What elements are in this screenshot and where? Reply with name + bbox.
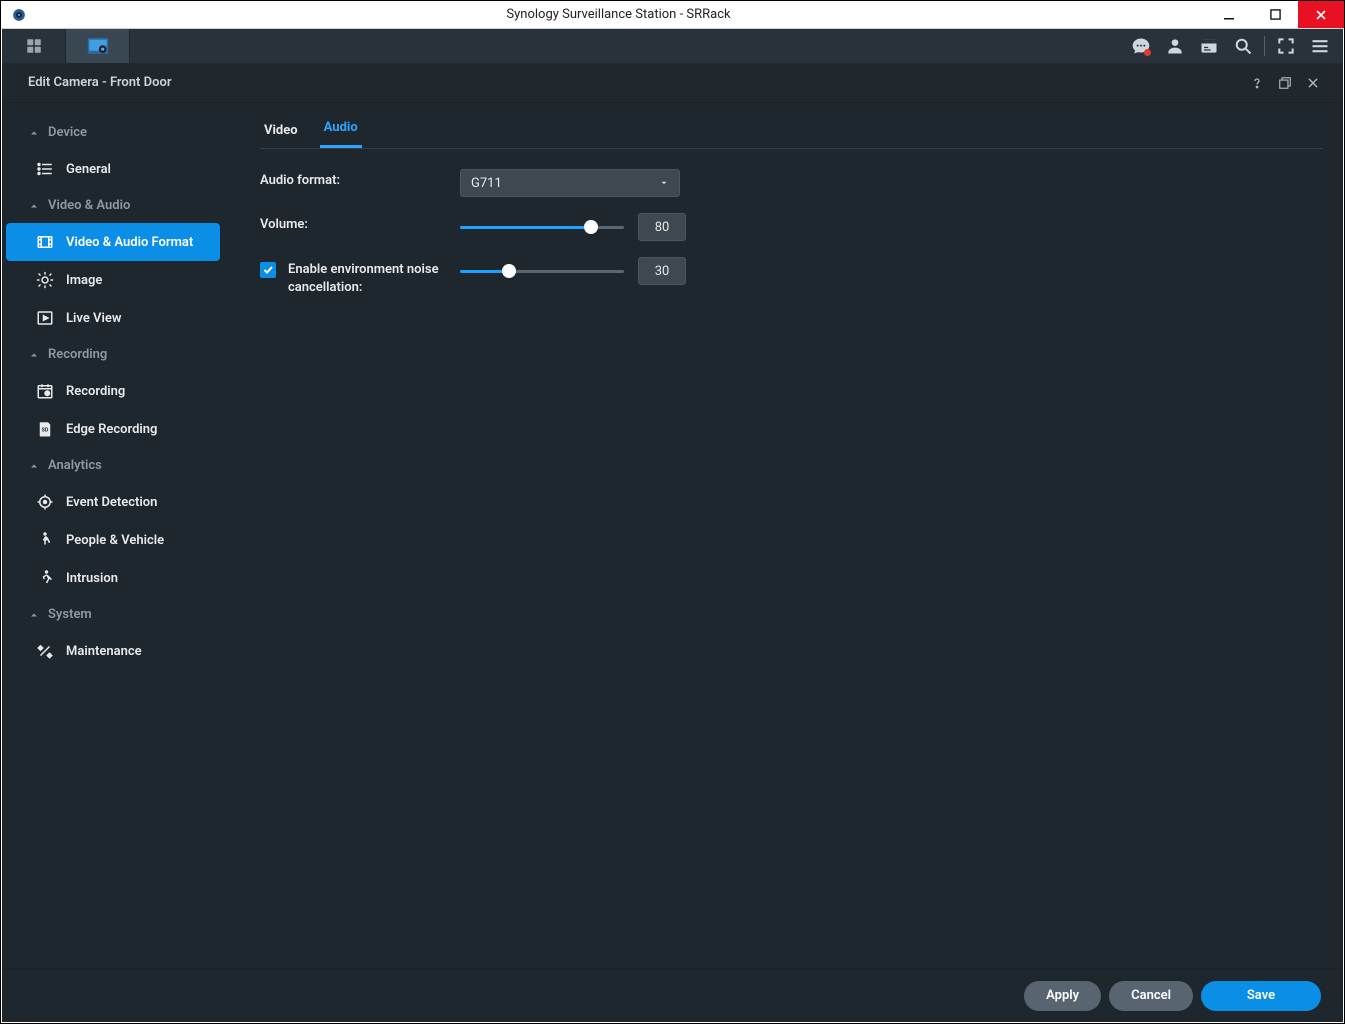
sidebar-group-recording[interactable]: Recording [2,337,224,372]
target-icon [36,493,54,511]
volume-slider[interactable] [460,217,624,237]
sidebar-item-live-view[interactable]: Live View [2,299,224,337]
tab-video[interactable]: Video [260,113,302,148]
sidebar-item-event-detection[interactable]: Event Detection [2,483,224,521]
sidebar-group-label: System [48,607,92,622]
audio-format-value: G711 [471,176,502,191]
close-panel-icon[interactable] [1299,69,1327,97]
appbar [2,29,1343,63]
window-maximize-button[interactable] [1252,1,1298,28]
chevron-up-icon [28,349,40,361]
sidebar-item-label: Live View [66,311,121,326]
sidebar-item-image[interactable]: Image [2,261,224,299]
chevron-up-icon [28,127,40,139]
sidebar-group-label: Device [48,125,87,140]
chevron-up-icon [28,200,40,212]
chevron-up-icon [28,460,40,472]
noise-cancel-label: Enable environment noise cancellation: [288,261,448,297]
panel-title: Edit Camera - Front Door [28,75,1243,90]
chat-icon[interactable] [1124,29,1158,63]
volume-label: Volume: [260,217,308,232]
sidebar-item-video-audio-format[interactable]: Video & Audio Format [6,223,220,261]
titlebar: Synology Surveillance Station - SRRack [1,1,1344,29]
sidebar-item-people-vehicle[interactable]: People & Vehicle [2,521,224,559]
window-close-button[interactable] [1298,1,1344,28]
sidebar: Device General Video & Audio Video & Aud… [2,103,224,968]
svg-text:SD: SD [42,427,49,433]
sidebar-item-intrusion[interactable]: Intrusion [2,559,224,597]
list-icon [36,160,54,178]
noise-cancel-slider[interactable] [460,261,624,281]
camera-tab-button[interactable] [66,29,130,63]
sidebar-group-label: Video & Audio [48,198,130,213]
widgets-icon[interactable] [1192,29,1226,63]
sidebar-item-label: Maintenance [66,644,142,659]
film-icon [36,233,54,251]
panel-header: Edit Camera - Front Door [2,63,1343,103]
sidebar-group-video-audio[interactable]: Video & Audio [2,188,224,223]
audio-format-select[interactable]: G711 [460,169,680,197]
sidebar-item-label: Video & Audio Format [66,235,193,250]
sidebar-item-label: Event Detection [66,495,157,510]
notification-dot-icon [1144,49,1151,56]
sidebar-item-label: General [66,162,111,177]
sidebar-group-analytics[interactable]: Analytics [2,448,224,483]
sidebar-item-maintenance[interactable]: Maintenance [2,632,224,670]
play-square-icon [36,309,54,327]
sidebar-item-general[interactable]: General [2,150,224,188]
window-minimize-button[interactable] [1206,1,1252,28]
sidebar-group-device[interactable]: Device [2,115,224,150]
home-tab-button[interactable] [2,29,66,63]
sidebar-group-system[interactable]: System [2,597,224,632]
sidebar-item-label: People & Vehicle [66,533,164,548]
fullscreen-icon[interactable] [1269,29,1303,63]
sidebar-group-label: Analytics [48,458,102,473]
menu-icon[interactable] [1303,29,1337,63]
sidebar-item-label: Intrusion [66,571,118,586]
sidebar-item-recording[interactable]: Recording [2,372,224,410]
noise-cancel-value-input[interactable]: 30 [638,257,686,285]
help-icon[interactable] [1243,69,1271,97]
cancel-button[interactable]: Cancel [1109,981,1193,1011]
search-icon[interactable] [1226,29,1260,63]
content-tabs: Video Audio [260,111,1323,149]
pedestrian-icon [36,531,54,549]
toolbar-divider [1264,36,1265,56]
sidebar-item-label: Image [66,273,102,288]
running-icon [36,569,54,587]
tab-audio[interactable]: Audio [320,110,362,148]
calendar-rec-icon [36,382,54,400]
user-icon[interactable] [1158,29,1192,63]
chevron-up-icon [28,609,40,621]
apply-button[interactable]: Apply [1024,981,1101,1011]
restore-window-icon[interactable] [1271,69,1299,97]
sidebar-item-edge-recording[interactable]: SD Edge Recording [2,410,224,448]
sidebar-item-label: Recording [66,384,125,399]
sun-icon [36,271,54,289]
noise-cancel-checkbox[interactable] [260,262,276,278]
audio-format-label: Audio format: [260,173,340,188]
save-button[interactable]: Save [1201,981,1321,1011]
sd-card-icon: SD [36,420,54,438]
sidebar-group-label: Recording [48,347,107,362]
chevron-down-icon [659,178,669,188]
tools-icon [36,642,54,660]
sidebar-item-label: Edge Recording [66,422,157,437]
footer: Apply Cancel Save [2,968,1343,1022]
volume-value-input[interactable]: 80 [638,213,686,241]
window-title: Synology Surveillance Station - SRRack [31,7,1206,22]
app-logo-icon [7,8,31,22]
